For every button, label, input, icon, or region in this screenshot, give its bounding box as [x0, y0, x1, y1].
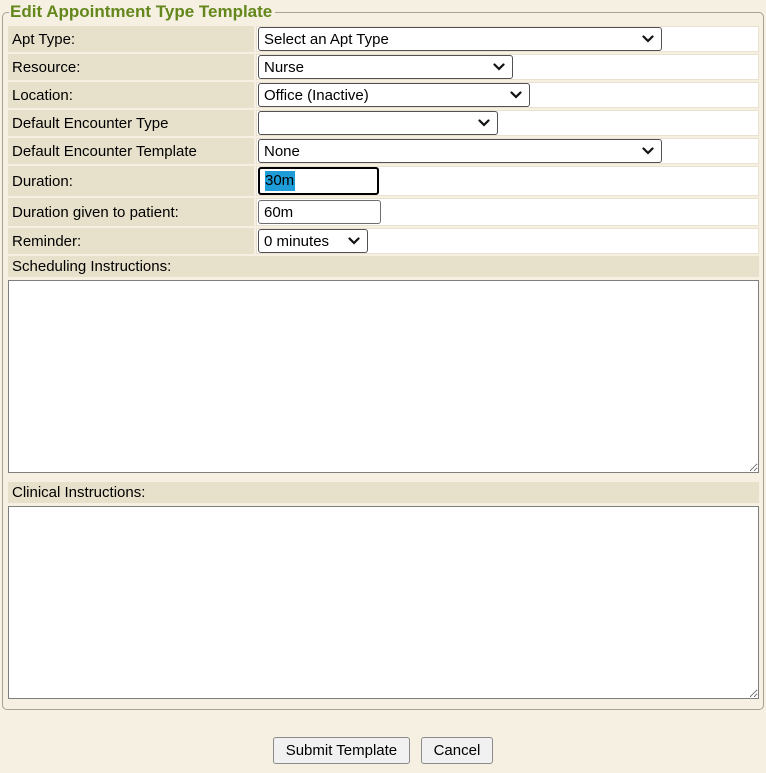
scheduling-instructions-textarea[interactable]: [8, 280, 759, 473]
duration-input-selected-text: 30m: [265, 171, 295, 191]
form-row-default-encounter-type: Default Encounter Type: [8, 110, 759, 136]
clinical-instructions-label: Clinical Instructions:: [8, 482, 759, 503]
button-bar: Submit Template Cancel: [0, 737, 766, 764]
form-row-duration-patient: Duration given to patient: 60m: [8, 198, 759, 226]
resource-label: Resource:: [8, 54, 254, 80]
appointment-template-form: Edit Appointment Type Template Apt Type:…: [2, 2, 764, 710]
chevron-down-icon: [510, 91, 522, 99]
location-cell: Office (Inactive): [256, 82, 759, 108]
location-label: Location:: [8, 82, 254, 108]
scheduling-instructions-label: Scheduling Instructions:: [8, 256, 759, 277]
duration-patient-label: Duration given to patient:: [8, 198, 254, 226]
apt-type-label: Apt Type:: [8, 26, 254, 52]
form-row-resource: Resource: Nurse: [8, 54, 759, 80]
form-row-location: Location: Office (Inactive): [8, 82, 759, 108]
default-encounter-type-label: Default Encounter Type: [8, 110, 254, 136]
default-encounter-template-cell: None: [256, 138, 759, 164]
chevron-down-icon: [493, 63, 505, 71]
default-encounter-template-label: Default Encounter Template: [8, 138, 254, 164]
edit-appointment-type-template-page: Edit Appointment Type Template Apt Type:…: [0, 2, 766, 773]
default-encounter-type-select[interactable]: [258, 111, 498, 135]
default-encounter-type-cell: [256, 110, 759, 136]
duration-patient-input[interactable]: 60m: [258, 200, 381, 224]
submit-template-button[interactable]: Submit Template: [273, 737, 410, 764]
apt-type-cell: Select an Apt Type: [256, 26, 759, 52]
apt-type-select[interactable]: Select an Apt Type: [258, 27, 662, 51]
reminder-select[interactable]: 0 minutes: [258, 229, 368, 253]
chevron-down-icon: [642, 147, 654, 155]
reminder-cell: 0 minutes: [256, 228, 759, 254]
duration-label: Duration:: [8, 166, 254, 196]
default-encounter-template-selected-value: None: [264, 143, 300, 160]
apt-type-selected-value: Select an Apt Type: [264, 31, 389, 48]
chevron-down-icon: [642, 35, 654, 43]
form-row-default-encounter-template: Default Encounter Template None: [8, 138, 759, 164]
chevron-down-icon: [478, 119, 490, 127]
cancel-button[interactable]: Cancel: [421, 737, 494, 764]
form-row-duration: Duration: 30m: [8, 166, 759, 196]
duration-cell: 30m: [256, 166, 759, 196]
duration-patient-cell: 60m: [256, 198, 759, 226]
clinical-instructions-textarea[interactable]: [8, 506, 759, 699]
resource-cell: Nurse: [256, 54, 759, 80]
resource-select[interactable]: Nurse: [258, 55, 513, 79]
location-selected-value: Office (Inactive): [264, 87, 369, 104]
default-encounter-template-select[interactable]: None: [258, 139, 662, 163]
reminder-label: Reminder:: [8, 228, 254, 254]
form-row-apt-type: Apt Type: Select an Apt Type: [8, 26, 759, 52]
location-select[interactable]: Office (Inactive): [258, 83, 530, 107]
resource-selected-value: Nurse: [264, 59, 304, 76]
chevron-down-icon: [348, 237, 360, 245]
form-row-reminder: Reminder: 0 minutes: [8, 228, 759, 254]
reminder-selected-value: 0 minutes: [264, 233, 329, 250]
page-title: Edit Appointment Type Template: [9, 2, 275, 22]
duration-patient-input-text: 60m: [264, 204, 293, 221]
duration-input[interactable]: 30m: [258, 167, 379, 195]
